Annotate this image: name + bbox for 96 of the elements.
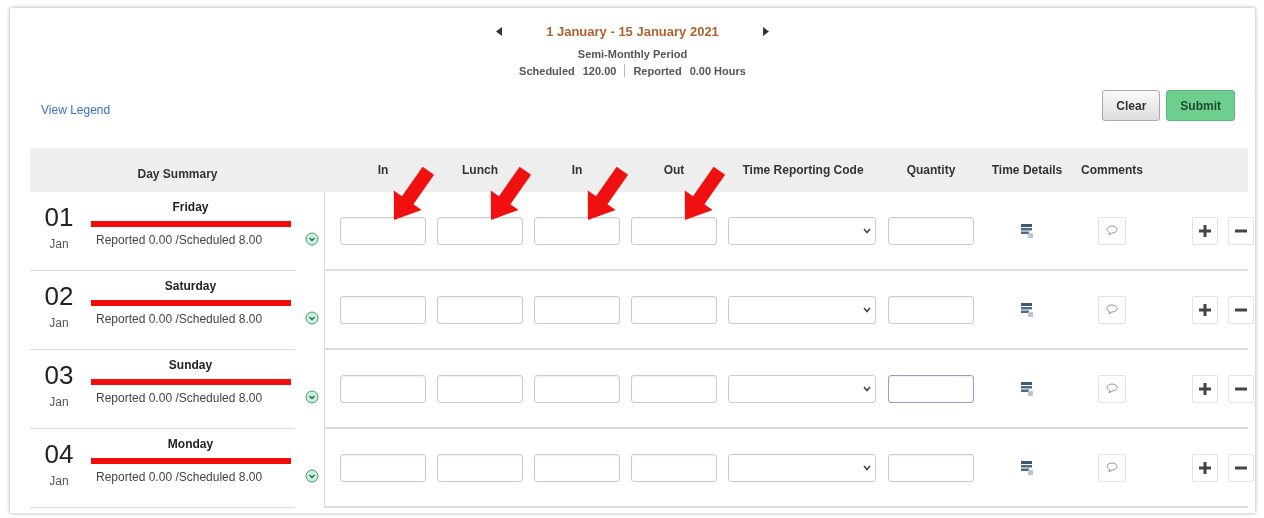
column-header: Lunch xyxy=(461,163,499,177)
month-label: Jan xyxy=(49,237,69,251)
hours-summary: Reported 0.00 /Scheduled 8.00 xyxy=(96,312,263,326)
time-input[interactable] xyxy=(437,295,523,324)
add-button[interactable] xyxy=(1192,295,1218,324)
day-number: 04 xyxy=(44,439,74,470)
plus-icon xyxy=(1198,460,1212,475)
comment-button[interactable] xyxy=(1098,216,1126,245)
hours-summary: Reported 0.00 /Scheduled 8.00 xyxy=(96,470,263,484)
quantity-input[interactable] xyxy=(888,453,974,482)
weekday-label: Monday xyxy=(167,437,214,451)
time-details-icon[interactable] xyxy=(1021,460,1033,475)
time-reporting-code-select[interactable] xyxy=(728,216,876,245)
time-input[interactable] xyxy=(437,216,523,245)
previous-arrow-icon[interactable] xyxy=(496,26,503,36)
hours-summary: Reported 0.00 /Scheduled 8.00 xyxy=(96,391,263,405)
weekday-label: Friday xyxy=(172,200,209,214)
month-label: Jan xyxy=(49,474,69,488)
comment-button[interactable] xyxy=(1098,453,1126,482)
expand-icon[interactable] xyxy=(305,231,319,246)
chevron-icon xyxy=(863,464,871,471)
time-input[interactable] xyxy=(340,374,426,403)
expand-icon[interactable] xyxy=(305,468,319,483)
time-details-icon[interactable] xyxy=(1021,223,1033,238)
day-number: 03 xyxy=(44,360,74,391)
add-button[interactable] xyxy=(1192,216,1218,245)
time-input[interactable] xyxy=(534,216,620,245)
minus-icon xyxy=(1234,386,1248,391)
column-header: Day Summary xyxy=(136,166,219,181)
quantity-input[interactable] xyxy=(888,216,974,245)
next-arrow-icon[interactable] xyxy=(762,26,769,36)
reported-value: 0.00 Hours xyxy=(689,64,746,77)
comment-button[interactable] xyxy=(1098,295,1126,324)
minus-icon xyxy=(1234,465,1248,470)
column-header: Quantity xyxy=(905,163,957,177)
time-input[interactable] xyxy=(340,295,426,324)
period-title: 1 January - 15 January 2021 xyxy=(546,23,719,39)
weekday-label: Saturday xyxy=(164,279,217,293)
column-header: Out xyxy=(662,163,686,177)
view-legend-link[interactable]: View Legend xyxy=(41,103,111,117)
time-input[interactable] xyxy=(340,216,426,245)
column-header: Comments xyxy=(1080,163,1144,177)
quantity-input[interactable] xyxy=(888,374,974,403)
time-input[interactable] xyxy=(631,295,717,324)
period-type: Semi-Monthly Period xyxy=(577,48,688,60)
minus-icon xyxy=(1234,228,1248,233)
day-number: 02 xyxy=(44,281,74,312)
hours-summary: Reported 0.00 /Scheduled 8.00 xyxy=(96,233,263,247)
scheduled-value: 120.00 xyxy=(582,64,617,77)
time-input[interactable] xyxy=(631,374,717,403)
time-input[interactable] xyxy=(534,374,620,403)
remove-button[interactable] xyxy=(1228,216,1254,245)
add-button[interactable] xyxy=(1192,453,1218,482)
chevron-icon xyxy=(863,385,871,392)
month-label: Jan xyxy=(49,395,69,409)
plus-icon xyxy=(1198,381,1212,396)
weekday-label: Sunday xyxy=(168,358,213,372)
chevron-icon xyxy=(863,306,871,313)
add-button[interactable] xyxy=(1192,374,1218,403)
comment-icon xyxy=(1106,383,1118,394)
remove-button[interactable] xyxy=(1228,374,1254,403)
clear-button[interactable]: Clear xyxy=(1102,90,1161,121)
expand-icon[interactable] xyxy=(305,389,319,404)
comment-icon xyxy=(1106,304,1118,315)
time-input[interactable] xyxy=(534,453,620,482)
minus-icon xyxy=(1234,307,1248,312)
month-label: Jan xyxy=(49,316,69,330)
plus-icon xyxy=(1198,302,1212,317)
column-header: In xyxy=(376,163,390,177)
chevron-icon xyxy=(863,227,871,234)
time-reporting-code-select[interactable] xyxy=(728,374,876,403)
submit-button[interactable]: Submit xyxy=(1166,90,1235,121)
day-number: 01 xyxy=(44,202,74,233)
scheduled-label: Scheduled xyxy=(519,64,575,77)
reported-label: Reported xyxy=(633,64,682,77)
time-input[interactable] xyxy=(437,453,523,482)
time-details-icon[interactable] xyxy=(1021,381,1033,396)
time-input[interactable] xyxy=(437,374,523,403)
time-reporting-code-select[interactable] xyxy=(728,453,876,482)
remove-button[interactable] xyxy=(1228,453,1254,482)
plus-icon xyxy=(1198,223,1212,238)
column-header: Time Details xyxy=(990,163,1064,177)
time-details-icon[interactable] xyxy=(1021,302,1033,317)
expand-icon[interactable] xyxy=(305,310,319,325)
column-header: In xyxy=(570,163,584,177)
quantity-input[interactable] xyxy=(888,295,974,324)
column-header: Time Reporting Code xyxy=(741,163,865,177)
comment-button[interactable] xyxy=(1098,374,1126,403)
comment-icon xyxy=(1106,462,1118,473)
time-input[interactable] xyxy=(631,453,717,482)
comment-icon xyxy=(1106,225,1118,236)
remove-button[interactable] xyxy=(1228,295,1254,324)
time-reporting-code-select[interactable] xyxy=(728,295,876,324)
time-input[interactable] xyxy=(631,216,717,245)
time-input[interactable] xyxy=(340,453,426,482)
time-input[interactable] xyxy=(534,295,620,324)
